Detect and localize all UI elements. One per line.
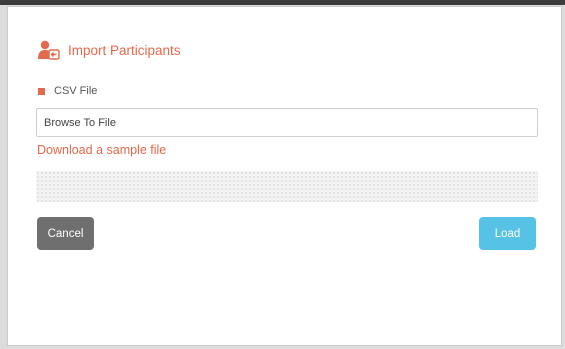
import-dialog: Import Participants CSV File Browse To F… [7, 6, 562, 346]
csv-file-label: CSV File [54, 85, 98, 97]
cancel-button[interactable]: Cancel [37, 217, 94, 250]
screen-frame: Import Participants CSV File Browse To F… [0, 0, 565, 349]
square-icon [38, 87, 45, 95]
user-import-icon [38, 40, 60, 60]
upload-progress-area [36, 171, 538, 202]
download-sample-link[interactable]: Download a sample file [37, 143, 166, 157]
load-button[interactable]: Load [479, 217, 536, 250]
dialog-header: Import Participants [38, 40, 181, 60]
csv-file-section: CSV File [38, 85, 97, 97]
top-bar [0, 0, 565, 5]
browse-file-input[interactable]: Browse To File [36, 108, 538, 137]
dialog-title: Import Participants [68, 42, 181, 58]
